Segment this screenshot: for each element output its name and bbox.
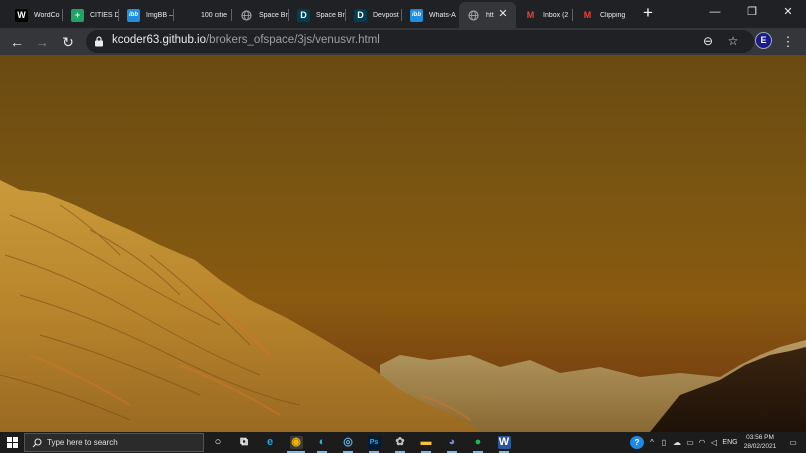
browser-tab[interactable]: D Devpost — [346, 4, 401, 26]
tab-title: WordCo — [34, 11, 60, 19]
taskbar-app-glyph: ⧉ — [240, 436, 248, 448]
browser-tab[interactable]: M Clipping — [573, 4, 629, 26]
maximize-button[interactable]: ❐ — [734, 0, 770, 24]
browser-tab[interactable]: 100 citie — [174, 4, 231, 26]
imgbb-icon: ibb — [127, 8, 140, 22]
venus-terrain-canvas[interactable] — [0, 55, 806, 432]
taskbar-app-glyph: ▬ — [420, 436, 432, 448]
new-tab-button[interactable]: + — [639, 4, 657, 22]
windows-taskbar: Type here to search ○ ⧉ e ◉ ◐ ◎ Ps ✿ ▬ ◕ ● W ? ^ ▯ … — [0, 432, 806, 453]
language-indicator[interactable]: ENG — [720, 435, 740, 450]
tab-title: Space Br — [316, 11, 345, 19]
taskbar-app-glyph: ◉ — [289, 436, 303, 449]
browser-tab[interactable]: Space Br — [232, 4, 288, 26]
devpost-icon: D — [297, 8, 310, 22]
taskbar-app-glyph: ✿ — [395, 436, 405, 448]
devpost-icon: D — [354, 8, 367, 22]
tab-title: 100 citie — [201, 11, 228, 19]
imgbb-icon: ibb — [410, 8, 423, 22]
app-icon[interactable]: ◎ — [339, 434, 357, 451]
taskbar-app-glyph: ◎ — [343, 436, 353, 448]
device-icon[interactable]: ▯ — [659, 435, 669, 450]
notification-center-icon[interactable]: ▭ — [786, 435, 800, 450]
tab-title: Inbox (2 — [543, 11, 569, 19]
taskbar-app-glyph: e — [266, 436, 274, 448]
browser-tab[interactable]: + CITIES Di — [63, 4, 118, 26]
taskbar-app-glyph: ◕ — [448, 436, 456, 448]
davinci-icon[interactable]: ✿ — [391, 434, 409, 451]
taskbar-app-glyph: ● — [474, 436, 482, 448]
tab-title: Devpost — [373, 11, 399, 19]
browser-tab[interactable]: ibb Whats-A — [402, 4, 458, 26]
file-explorer-icon[interactable]: ▬ — [417, 434, 435, 451]
volume-icon[interactable]: ◁ — [709, 435, 719, 450]
gmail-icon: M — [581, 8, 594, 22]
tab-title: CITIES Di — [90, 11, 118, 19]
tab-title: Whats-A — [429, 11, 456, 19]
bookmark-star-icon[interactable]: ☆ — [723, 32, 743, 51]
foreground-hill — [0, 180, 480, 432]
clock-date: 28/02/2021 — [743, 443, 777, 450]
start-button[interactable] — [3, 434, 21, 451]
spotify-icon[interactable]: ● — [469, 434, 487, 451]
url-path: /brokers_ofspace/3js/venusvr.html — [205, 34, 380, 46]
globe-icon — [467, 8, 480, 22]
browser-tab[interactable]: ibb ImgBB – — [119, 4, 173, 26]
discord-icon[interactable]: ◕ — [443, 434, 461, 451]
ie-icon[interactable]: e — [261, 434, 279, 451]
taskbar-app-glyph: W — [497, 436, 511, 449]
battery-icon[interactable]: ▭ — [684, 435, 696, 450]
cortana-icon[interactable]: ○ — [209, 434, 227, 451]
globe-icon — [240, 8, 253, 22]
help-icon[interactable]: ? — [630, 436, 644, 449]
word-app-icon[interactable]: W — [495, 434, 513, 451]
minimize-button[interactable]: — — [697, 0, 733, 24]
back-button[interactable]: ← — [7, 32, 27, 52]
tab-title: ImgBB – — [146, 11, 173, 19]
address-bar[interactable]: kcoder63.github.io/brokers_ofspace/3js/v… — [86, 30, 754, 53]
search-placeholder: Type here to search — [47, 438, 118, 447]
blank-icon — [182, 8, 195, 22]
word-icon: W — [15, 8, 28, 22]
tab-title: Space Br — [259, 11, 288, 19]
sheets-icon: + — [71, 8, 84, 22]
url-host: kcoder63.github.io — [112, 34, 206, 46]
taskbar-app-glyph: ◐ — [318, 436, 326, 448]
system-clock[interactable]: 03:56 PM 28/02/2021 — [738, 433, 782, 451]
zoom-icon[interactable]: ⊖ — [698, 32, 718, 51]
taskbar-search-box[interactable]: Type here to search — [24, 433, 204, 452]
wifi-icon[interactable]: ◠ — [697, 435, 707, 450]
browser-tab[interactable]: M Inbox (2 — [516, 4, 572, 26]
clock-time: 03:56 PM — [746, 434, 774, 441]
windows-logo-icon — [6, 437, 18, 448]
taskbar-app-glyph: ○ — [214, 436, 222, 448]
taskbar-app-glyph: Ps — [367, 436, 381, 449]
forward-button[interactable]: → — [32, 32, 52, 52]
tab-title: Clipping — [600, 11, 626, 19]
gmail-icon: M — [524, 8, 537, 22]
close-tab-icon[interactable]: ✕ — [496, 7, 510, 21]
tray-chevron-icon[interactable]: ^ — [647, 435, 657, 450]
search-icon — [32, 438, 42, 448]
profile-avatar[interactable]: E — [755, 32, 772, 49]
photoshop-icon[interactable]: Ps — [365, 434, 383, 451]
lock-icon — [95, 36, 103, 47]
browser-toolbar: ← → ↻ kcoder63.github.io/brokers_ofspace… — [0, 28, 806, 55]
browser-tab[interactable]: D Space Br — [289, 4, 345, 26]
browser-tab[interactable]: W WordCo — [7, 4, 62, 26]
tab-strip: W WordCo + CITIES Di ibb ImgBB – 100 citie Spac… — [0, 0, 806, 28]
close-window-button[interactable]: ✕ — [770, 0, 806, 24]
tab-title: htt — [486, 11, 494, 19]
url-text[interactable]: kcoder63.github.io/brokers_ofspace/3js/v… — [112, 34, 380, 46]
webgl-venus-scene[interactable] — [0, 55, 806, 432]
edge-icon[interactable]: ◐ — [313, 434, 331, 451]
chrome-icon[interactable]: ◉ — [287, 434, 305, 451]
menu-icon[interactable]: ⋮ — [780, 32, 796, 52]
onedrive-icon[interactable]: ☁ — [671, 435, 683, 450]
task-view-icon[interactable]: ⧉ — [235, 434, 253, 451]
reload-button[interactable]: ↻ — [58, 32, 78, 52]
browser-tab[interactable]: htt ✕ — [459, 2, 516, 28]
